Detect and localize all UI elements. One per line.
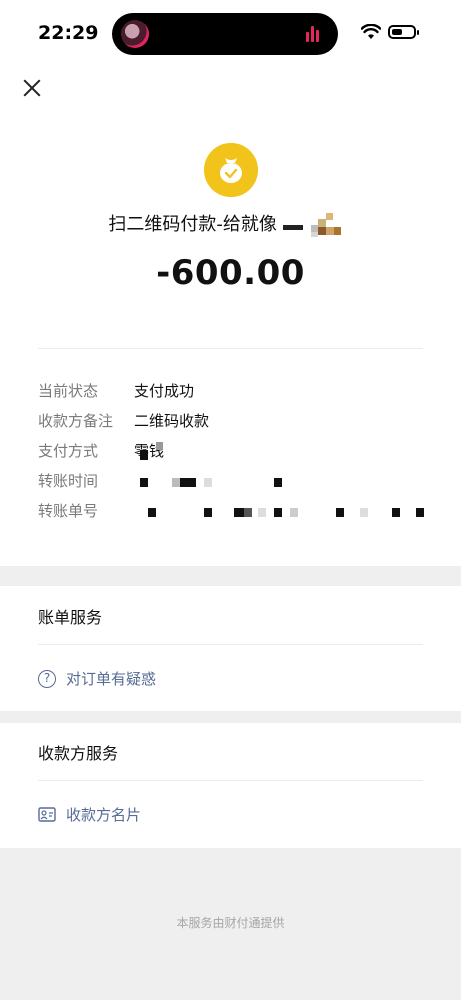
detail-row-transfer-id: 转账单号 — [38, 498, 428, 528]
detail-label: 支付方式 — [38, 442, 99, 460]
payment-title-text: 扫二维码付款-给就像 — [108, 214, 277, 235]
transaction-details: 当前状态 支付成功 收款方备注 二维码收款 支付方式 零钱 转账时间 转账单号 — [38, 378, 428, 528]
detail-row-remark: 收款方备注 二维码收款 — [38, 408, 428, 438]
battery-icon — [388, 25, 419, 39]
redaction-mark — [336, 508, 344, 517]
bill-service-title: 账单服务 — [38, 608, 103, 627]
section-gap — [0, 566, 461, 586]
detail-row-time: 转账时间 — [38, 468, 428, 498]
section-gap — [0, 711, 461, 723]
footer-text: 本服务由财付通提供 — [176, 916, 285, 930]
business-card-icon — [38, 807, 56, 822]
redaction-mark — [180, 478, 196, 487]
close-button[interactable] — [20, 76, 44, 100]
audio-bars-icon — [306, 26, 324, 42]
redaction-mark — [204, 478, 212, 487]
redaction-mark — [392, 508, 400, 517]
redaction-mark — [148, 508, 156, 517]
redaction-mark — [416, 508, 424, 517]
redaction-mark — [156, 442, 163, 450]
payment-amount: -600.00 — [156, 253, 305, 293]
redaction-mark — [258, 508, 266, 517]
dynamic-island[interactable] — [112, 13, 338, 55]
payee-card-link[interactable]: 收款方名片 — [38, 804, 141, 825]
detail-value: 支付成功 — [134, 382, 195, 400]
redaction-mark — [234, 508, 244, 517]
status-bar: 22:29 — [0, 0, 461, 64]
money-bag-icon — [204, 143, 258, 197]
question-circle-icon: ? — [38, 669, 56, 688]
redaction-mark — [290, 508, 298, 517]
detail-label: 当前状态 — [38, 382, 99, 400]
detail-label: 转账时间 — [38, 472, 99, 490]
now-playing-avatar — [121, 20, 149, 48]
payment-title: 扫二维码付款-给就像 — [0, 210, 461, 237]
redaction-mark — [244, 508, 252, 517]
payee-card-label: 收款方名片 — [66, 806, 142, 824]
detail-label: 转账单号 — [38, 502, 99, 520]
payee-service-title: 收款方服务 — [38, 744, 119, 763]
detail-row-method: 支付方式 零钱 — [38, 438, 428, 468]
redaction-mark — [360, 508, 368, 517]
wifi-icon — [361, 24, 381, 39]
detail-value: 二维码收款 — [134, 412, 210, 430]
detail-row-status: 当前状态 支付成功 — [38, 378, 428, 408]
divider — [38, 644, 423, 645]
divider — [38, 780, 423, 781]
clock-time: 22:29 — [38, 22, 99, 44]
redaction-mark — [140, 478, 148, 487]
redacted-name — [282, 213, 353, 237]
detail-label: 收款方备注 — [38, 412, 114, 430]
redaction-mark — [172, 478, 180, 487]
redaction-mark — [204, 508, 212, 517]
order-question-link[interactable]: ? 对订单有疑惑 — [38, 668, 156, 689]
redaction-mark — [274, 508, 282, 517]
redaction-mark — [274, 478, 282, 487]
divider — [38, 348, 423, 349]
order-question-label: 对订单有疑惑 — [66, 670, 157, 688]
redaction-mark — [140, 450, 148, 460]
